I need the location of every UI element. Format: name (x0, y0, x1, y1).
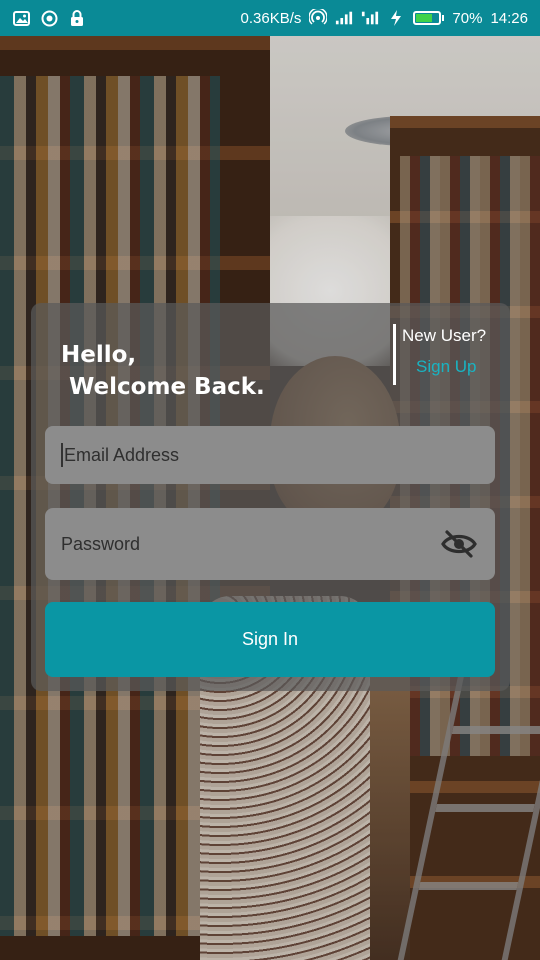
email-placeholder: Email Address (64, 444, 180, 465)
clock: 14:26 (490, 9, 528, 27)
status-bar: 0.36KB/s 70% 14:26 (0, 0, 540, 36)
hotspot-icon (309, 9, 328, 27)
eye-off-icon[interactable] (441, 528, 477, 560)
battery-percent: 70% (452, 9, 483, 27)
lock-icon (68, 9, 86, 27)
login-card: Hello, Welcome Back. New User? Sign Up E… (31, 303, 510, 691)
network-speed: 0.36KB/s (240, 9, 302, 27)
signal-icon (335, 9, 353, 27)
status-right-info: 0.36KB/s 70% 14:26 (241, 9, 528, 27)
status-left-icons (12, 9, 86, 27)
text-cursor (61, 443, 63, 467)
image-icon (12, 9, 30, 27)
welcome-heading: Hello, Welcome Back. (61, 342, 265, 400)
sync-icon (40, 9, 58, 27)
new-user-label: New User? (402, 326, 487, 345)
password-field[interactable]: Password (45, 508, 495, 580)
password-placeholder: Password (61, 533, 141, 554)
sign-up-link[interactable]: Sign Up (416, 357, 476, 377)
battery-icon (413, 11, 445, 25)
charging-icon (387, 9, 405, 27)
email-field[interactable]: Email Address (45, 426, 495, 484)
sign-in-button[interactable]: Sign In (45, 602, 495, 677)
divider (393, 324, 396, 385)
signal-lte-icon (361, 9, 379, 27)
